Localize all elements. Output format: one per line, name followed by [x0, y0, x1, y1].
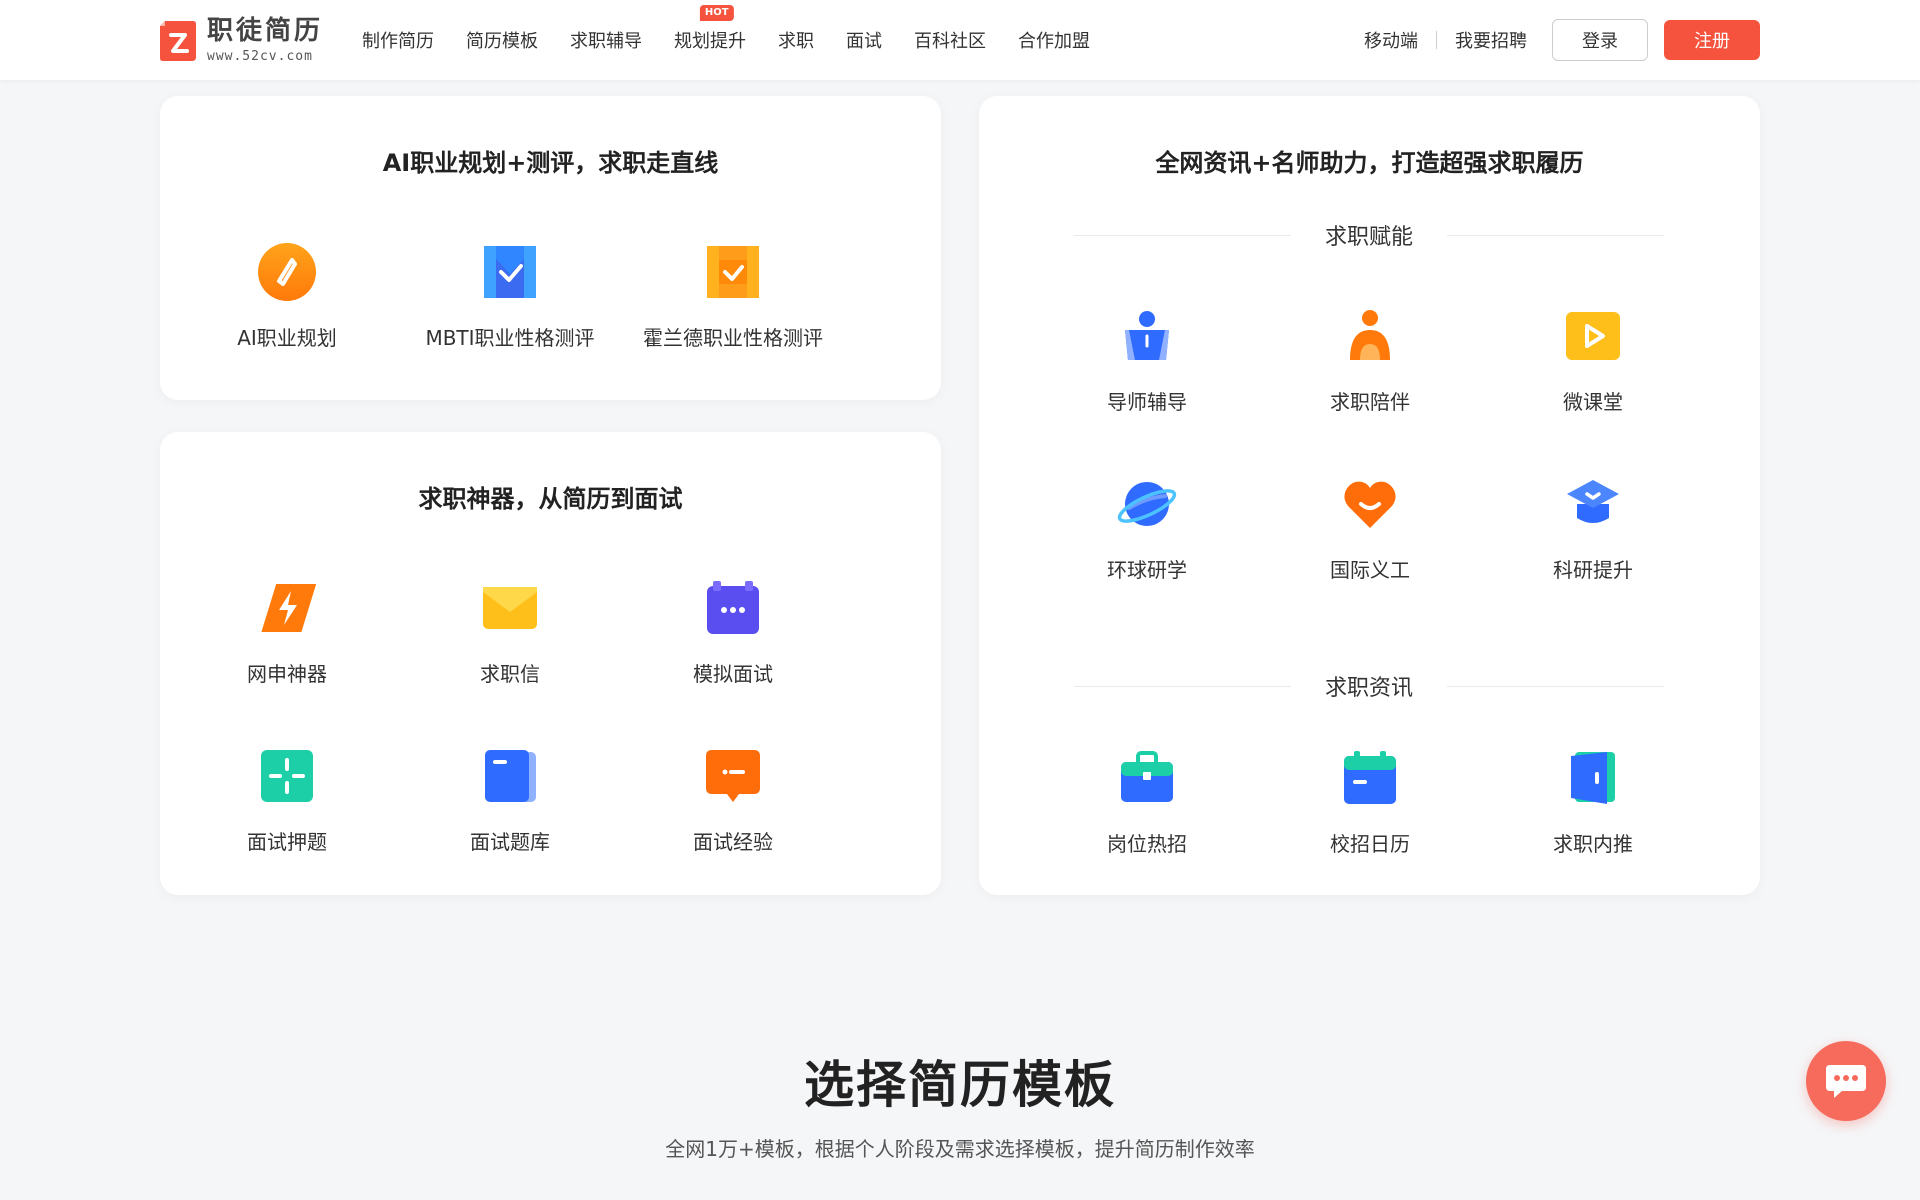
door-icon — [1571, 752, 1615, 804]
feature-global-study[interactable]: 环球研学 — [1036, 474, 1258, 583]
feature-research-improvement[interactable]: 科研提升 — [1482, 474, 1704, 583]
career-info-card: 全网资讯+名师助力，打造超强求职履历 求职赋能 导师辅导 求职陪伴 微课堂 环球… — [979, 96, 1760, 895]
feature-label: AI职业规划 — [237, 326, 337, 350]
mobile-link[interactable]: 移动端 — [1364, 27, 1418, 53]
feature-mbti-test[interactable]: MBTI职业性格测评 — [399, 242, 621, 351]
section-divider — [1074, 685, 1291, 687]
nav-item-job-coaching[interactable]: 求职辅导 — [570, 27, 642, 53]
feature-label: 霍兰德职业性格测评 — [643, 326, 823, 350]
nav-item-career-planning-label: 规划提升 — [674, 31, 746, 52]
register-button[interactable]: 注册 — [1664, 20, 1760, 60]
companion-icon — [1350, 310, 1390, 360]
feature-label: 求职内推 — [1553, 832, 1633, 856]
feature-label: 微课堂 — [1563, 390, 1623, 414]
feature-internal-referral[interactable]: 求职内推 — [1482, 748, 1704, 857]
video-play-icon — [1566, 312, 1620, 360]
compass-icon — [258, 243, 316, 301]
feature-ai-career-planning[interactable]: AI职业规划 — [176, 242, 398, 351]
hot-badge: HOT — [699, 5, 734, 21]
logo-mark-icon — [160, 21, 196, 61]
feature-label: 网申神器 — [247, 662, 327, 686]
nav-item-jobs[interactable]: 求职 — [778, 27, 814, 53]
recruit-link[interactable]: 我要招聘 — [1455, 27, 1527, 53]
main-nav: 制作简历 简历模板 求职辅导 规划提升 HOT 求职 面试 百科社区 合作加盟 — [362, 0, 1122, 80]
templates-subtitle: 全网1万+模板，根据个人阶段及需求选择模板，提升简历制作效率 — [665, 1137, 1255, 1161]
graduation-cap-icon — [1567, 480, 1619, 523]
nav-item-interview[interactable]: 面试 — [846, 27, 882, 53]
nav-item-resume-templates[interactable]: 简历模板 — [466, 27, 538, 53]
nav-item-career-planning[interactable]: 规划提升 HOT — [674, 5, 746, 53]
header-actions: 移动端 我要招聘 登录 注册 — [1364, 0, 1760, 80]
ai-career-card: AI职业规划+测评，求职走直线 AI职业规划 MBTI职业性格测评 霍兰德职业性… — [160, 96, 941, 400]
calendar-icon — [1344, 751, 1396, 804]
info-card-title: 全网资讯+名师助力，打造超强求职履历 — [1155, 149, 1584, 177]
mentor-icon — [1125, 311, 1169, 360]
feature-international-volunteer[interactable]: 国际义工 — [1259, 474, 1481, 583]
login-button[interactable]: 登录 — [1552, 19, 1648, 61]
planet-icon — [1117, 482, 1177, 526]
ai-card-title: AI职业规划+测评，求职走直线 — [382, 149, 719, 177]
feature-label: 校招日历 — [1330, 832, 1410, 856]
heart-icon — [1344, 481, 1396, 528]
feature-cover-letter[interactable]: 求职信 — [399, 578, 621, 687]
feature-label: 求职信 — [480, 662, 540, 686]
section-empowerment-header: 求职赋能 — [1074, 220, 1665, 250]
section-title: 求职赋能 — [1325, 225, 1414, 250]
feature-label: 岗位热招 — [1107, 832, 1187, 856]
nav-item-community[interactable]: 百科社区 — [914, 27, 986, 53]
chat-bubble-icon — [1826, 1065, 1866, 1098]
feature-mock-interview[interactable]: 模拟面试 — [622, 578, 844, 687]
feature-job-companion[interactable]: 求职陪伴 — [1259, 306, 1481, 415]
feature-interview-prediction[interactable]: 面试押题 — [176, 746, 398, 855]
section-divider — [1447, 685, 1665, 687]
crosshair-icon — [261, 750, 313, 802]
feature-label: 模拟面试 — [693, 662, 773, 686]
feature-hot-positions[interactable]: 岗位热招 — [1036, 748, 1258, 857]
feature-label: 国际义工 — [1330, 558, 1410, 582]
feature-label: 求职陪伴 — [1330, 390, 1410, 414]
feature-label: 面试经验 — [693, 830, 773, 854]
briefcase-icon — [1121, 751, 1173, 802]
feature-question-bank[interactable]: 面试题库 — [399, 746, 621, 855]
section-job-news-header: 求职资讯 — [1074, 671, 1665, 701]
section-title: 求职资讯 — [1325, 676, 1414, 701]
templates-title: 选择简历模板 — [804, 1056, 1116, 1114]
feature-campus-calendar[interactable]: 校招日历 — [1259, 748, 1481, 857]
holland-icon — [707, 246, 759, 298]
feature-online-application[interactable]: 网申神器 — [176, 578, 398, 687]
lightning-icon — [261, 584, 317, 632]
message-icon — [706, 750, 760, 802]
feature-holland-test[interactable]: 霍兰德职业性格测评 — [622, 242, 844, 351]
brand-name: 职徒简历 — [207, 15, 324, 46]
job-tools-card: 求职神器，从简历到面试 网申神器 求职信 模拟面试 面试押题 面试题库 面试经验 — [160, 432, 941, 895]
feature-mentor-coaching[interactable]: 导师辅导 — [1036, 306, 1258, 415]
envelope-icon — [483, 587, 537, 629]
feature-label: 面试押题 — [247, 830, 327, 854]
feature-label: MBTI职业性格测评 — [425, 326, 595, 350]
feature-label: 科研提升 — [1553, 558, 1633, 582]
feature-label: 导师辅导 — [1107, 390, 1187, 414]
nav-item-make-resume[interactable]: 制作简历 — [362, 27, 434, 53]
tools-card-title: 求职神器，从简历到面试 — [418, 485, 683, 513]
brand-logo[interactable]: 职徒简历 www.52cv.com — [159, 14, 323, 66]
robot-icon — [707, 581, 759, 634]
feature-micro-class[interactable]: 微课堂 — [1482, 306, 1704, 415]
chat-button[interactable] — [1806, 1041, 1886, 1121]
section-divider — [1447, 234, 1665, 236]
brand-url: www.52cv.com — [207, 48, 313, 64]
mbti-icon — [484, 246, 536, 298]
nav-item-partnership[interactable]: 合作加盟 — [1018, 27, 1090, 53]
feature-interview-experience[interactable]: 面试经验 — [622, 746, 844, 855]
section-divider — [1074, 234, 1291, 236]
top-header: 职徒简历 www.52cv.com 制作简历 简历模板 求职辅导 规划提升 HO… — [0, 0, 1920, 80]
feature-label: 环球研学 — [1107, 558, 1187, 582]
header-divider — [1436, 31, 1437, 49]
feature-label: 面试题库 — [470, 830, 550, 854]
book-icon — [485, 750, 536, 802]
